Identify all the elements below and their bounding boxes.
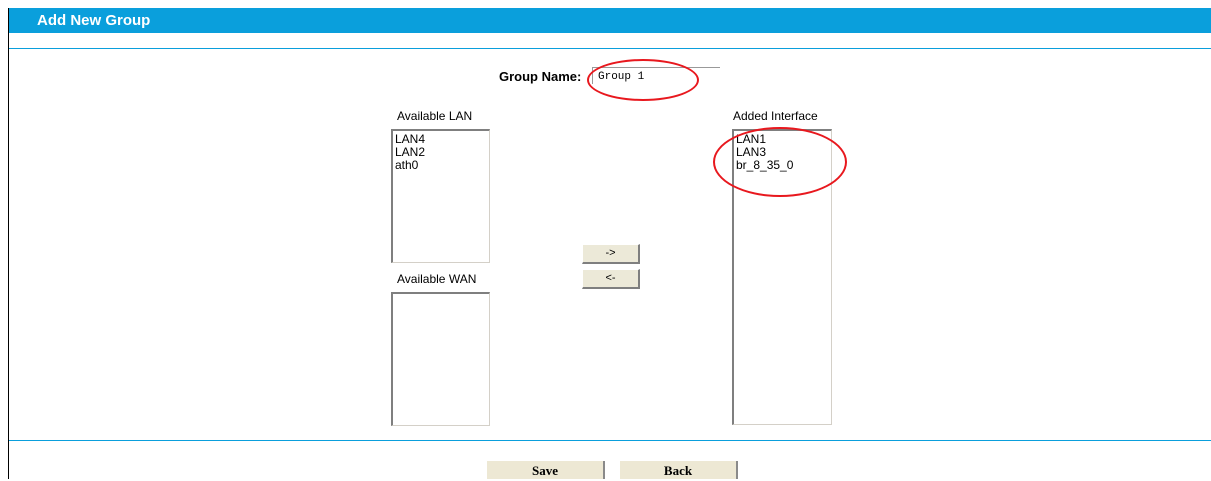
added-interface-list[interactable]: LAN1 LAN3 br_8_35_0 xyxy=(732,129,832,425)
group-name-label: Group Name: xyxy=(499,69,582,84)
group-name-input[interactable] xyxy=(592,67,720,84)
available-lan-list[interactable]: LAN4 LAN2 ath0 xyxy=(391,129,490,263)
save-button[interactable]: Save xyxy=(487,461,605,479)
available-wan-list[interactable] xyxy=(391,292,490,426)
page-title: Add New Group xyxy=(37,12,151,29)
available-wan-label: Available WAN xyxy=(397,272,477,286)
added-interface-label: Added Interface xyxy=(733,109,818,123)
list-item[interactable]: ath0 xyxy=(395,159,489,172)
bottom-divider xyxy=(9,440,1211,441)
top-divider xyxy=(9,48,1211,49)
remove-interface-button[interactable]: <- xyxy=(582,269,640,289)
list-item[interactable]: br_8_35_0 xyxy=(736,159,831,172)
available-lan-label: Available LAN xyxy=(397,109,473,123)
add-interface-button[interactable]: -> xyxy=(582,244,640,264)
page-header: Add New Group xyxy=(9,8,1211,33)
back-button[interactable]: Back xyxy=(620,461,738,479)
